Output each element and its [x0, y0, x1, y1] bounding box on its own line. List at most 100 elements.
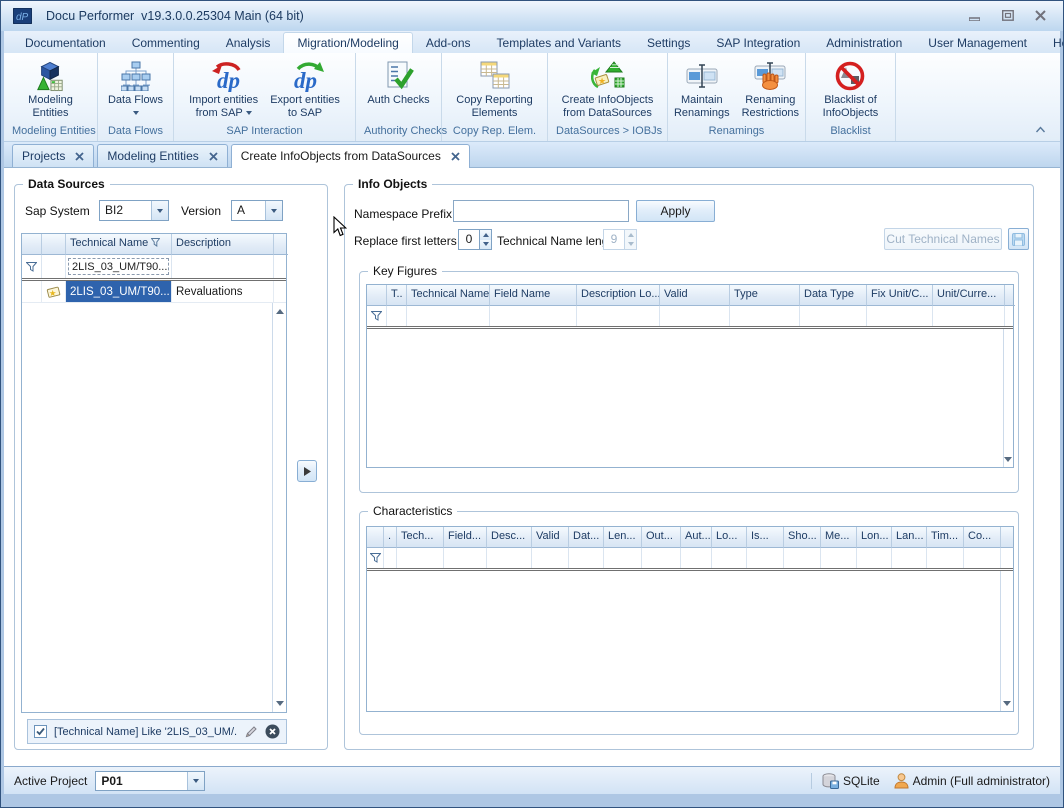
- apply-button[interactable]: Apply: [636, 200, 715, 222]
- filter-cell[interactable]: [532, 548, 569, 568]
- column-header[interactable]: Out...: [642, 527, 681, 548]
- column-header[interactable]: Aut...: [681, 527, 712, 548]
- version-combobox[interactable]: A: [231, 200, 283, 221]
- blacklist-of-infoobjects-button[interactable]: Blacklist of InfoObjects: [817, 56, 885, 124]
- filter-cell[interactable]: [42, 255, 66, 278]
- filter-cell[interactable]: [387, 306, 407, 326]
- column-header[interactable]: Fix Unit/C...: [867, 285, 933, 306]
- filter-cell-technical-name[interactable]: 2LIS_03_UM/T90...: [66, 255, 172, 278]
- column-header[interactable]: Dat...: [569, 527, 604, 548]
- table-row[interactable]: ★ 2LIS_03_UM/T90... Revaluations: [22, 281, 286, 303]
- namespace-prefix-input[interactable]: [453, 200, 629, 222]
- menu-tab-settings[interactable]: Settings: [634, 33, 703, 53]
- filter-cell[interactable]: [800, 306, 867, 326]
- dropdown-button[interactable]: [265, 201, 282, 220]
- filter-cell[interactable]: [821, 548, 857, 568]
- filter-cell[interactable]: [712, 548, 747, 568]
- save-button[interactable]: [1008, 228, 1029, 250]
- copy-reporting-elements-button[interactable]: Copy Reporting Elements: [450, 56, 538, 124]
- scroll-down-button[interactable]: [1002, 454, 1013, 465]
- filter-cell[interactable]: [660, 306, 730, 326]
- filter-cell[interactable]: [407, 306, 490, 326]
- menu-tab-migration-modeling[interactable]: Migration/Modeling: [283, 32, 412, 53]
- filter-cell[interactable]: [397, 548, 444, 568]
- column-header[interactable]: Desc...: [487, 527, 532, 548]
- filter-cell[interactable]: [857, 548, 892, 568]
- column-header-description[interactable]: Description: [172, 234, 274, 255]
- close-tab-icon[interactable]: [209, 152, 218, 161]
- filter-cell[interactable]: [747, 548, 784, 568]
- maintain-renamings-button[interactable]: Maintain Renamings: [668, 56, 736, 124]
- import-entities-from-sap-button[interactable]: dp Import entities from SAP: [183, 56, 264, 124]
- filter-cell[interactable]: [569, 548, 604, 568]
- column-header[interactable]: T..: [387, 285, 407, 306]
- column-header[interactable]: Field Name: [490, 285, 577, 306]
- export-entities-to-sap-button[interactable]: dp Export entities to SAP: [264, 56, 346, 124]
- transfer-arrow-button[interactable]: [297, 460, 317, 482]
- column-header[interactable]: Valid: [532, 527, 569, 548]
- collapse-ribbon-button[interactable]: [1035, 122, 1046, 136]
- column-header[interactable]: Lan...: [892, 527, 927, 548]
- filter-cell[interactable]: [730, 306, 800, 326]
- menu-tab-templates-and-variants[interactable]: Templates and Variants: [484, 33, 635, 53]
- filter-cell[interactable]: [681, 548, 712, 568]
- column-header[interactable]: Description Lo...: [577, 285, 660, 306]
- column-header[interactable]: Data Type: [800, 285, 867, 306]
- column-header[interactable]: Tim...: [927, 527, 964, 548]
- menu-tab-add-ons[interactable]: Add-ons: [413, 33, 484, 53]
- column-header[interactable]: Lon...: [857, 527, 892, 548]
- doc-tab-modeling-entities[interactable]: Modeling Entities: [97, 144, 227, 167]
- create-infoobjects-button[interactable]: ★ Create InfoObjects from DataSources: [556, 56, 660, 124]
- menu-tab-user-management[interactable]: User Management: [915, 33, 1040, 53]
- maximize-button[interactable]: [1001, 10, 1014, 21]
- close-button[interactable]: [1034, 10, 1047, 21]
- doc-tab-create-infoobjects[interactable]: Create InfoObjects from DataSources: [231, 144, 470, 168]
- sap-system-combobox[interactable]: BI2: [99, 200, 169, 221]
- column-header[interactable]: Me...: [821, 527, 857, 548]
- menu-tab-commenting[interactable]: Commenting: [119, 33, 213, 53]
- data-flows-button[interactable]: Data Flows: [102, 56, 169, 124]
- column-header[interactable]: .: [384, 527, 397, 548]
- column-header[interactable]: Valid: [660, 285, 730, 306]
- doc-tab-projects[interactable]: Projects: [12, 144, 94, 167]
- column-header[interactable]: Lo...: [712, 527, 747, 548]
- database-status[interactable]: SQLite: [822, 773, 880, 789]
- filter-cell[interactable]: [487, 548, 532, 568]
- close-tab-icon[interactable]: [451, 152, 460, 161]
- filter-cell-description[interactable]: [172, 255, 274, 278]
- filter-cell[interactable]: [384, 548, 397, 568]
- dropdown-button[interactable]: [187, 772, 204, 790]
- active-project-combobox[interactable]: P01: [95, 771, 205, 791]
- modeling-entities-button[interactable]: Modeling Entities: [22, 56, 79, 124]
- column-header[interactable]: Field...: [444, 527, 487, 548]
- column-header[interactable]: Unit/Curre...: [933, 285, 1005, 306]
- filter-cell[interactable]: [933, 306, 1005, 326]
- column-header[interactable]: Sho...: [784, 527, 821, 548]
- filter-cell[interactable]: [784, 548, 821, 568]
- description-cell[interactable]: Revaluations: [172, 281, 274, 302]
- column-header[interactable]: Len...: [604, 527, 642, 548]
- filter-cell[interactable]: [444, 548, 487, 568]
- column-header[interactable]: Tech...: [397, 527, 444, 548]
- auth-checks-button[interactable]: Auth Checks: [361, 56, 435, 124]
- filter-cell[interactable]: [964, 548, 1001, 568]
- technical-name-cell[interactable]: 2LIS_03_UM/T90...: [66, 281, 172, 302]
- scroll-down-button[interactable]: [274, 698, 285, 709]
- filter-cell[interactable]: [642, 548, 681, 568]
- filter-cell[interactable]: [577, 306, 660, 326]
- minimize-button[interactable]: [968, 10, 981, 21]
- replace-first-letters-spinner[interactable]: 0: [458, 229, 492, 250]
- menu-tab-documentation[interactable]: Documentation: [12, 33, 119, 53]
- renaming-restrictions-button[interactable]: Renaming Restrictions: [736, 56, 805, 124]
- filter-active-icon[interactable]: [151, 238, 160, 247]
- menu-tab-sap-integration[interactable]: SAP Integration: [703, 33, 813, 53]
- clear-filter-icon[interactable]: [265, 724, 280, 739]
- filter-cell[interactable]: [927, 548, 964, 568]
- filter-cell[interactable]: [892, 548, 927, 568]
- spin-down-button[interactable]: [480, 240, 491, 250]
- edit-filter-icon[interactable]: [244, 725, 258, 739]
- dropdown-button[interactable]: [151, 201, 168, 220]
- column-header[interactable]: Technical Name: [407, 285, 490, 306]
- spin-up-button[interactable]: [480, 230, 491, 240]
- column-header[interactable]: Co...: [964, 527, 1001, 548]
